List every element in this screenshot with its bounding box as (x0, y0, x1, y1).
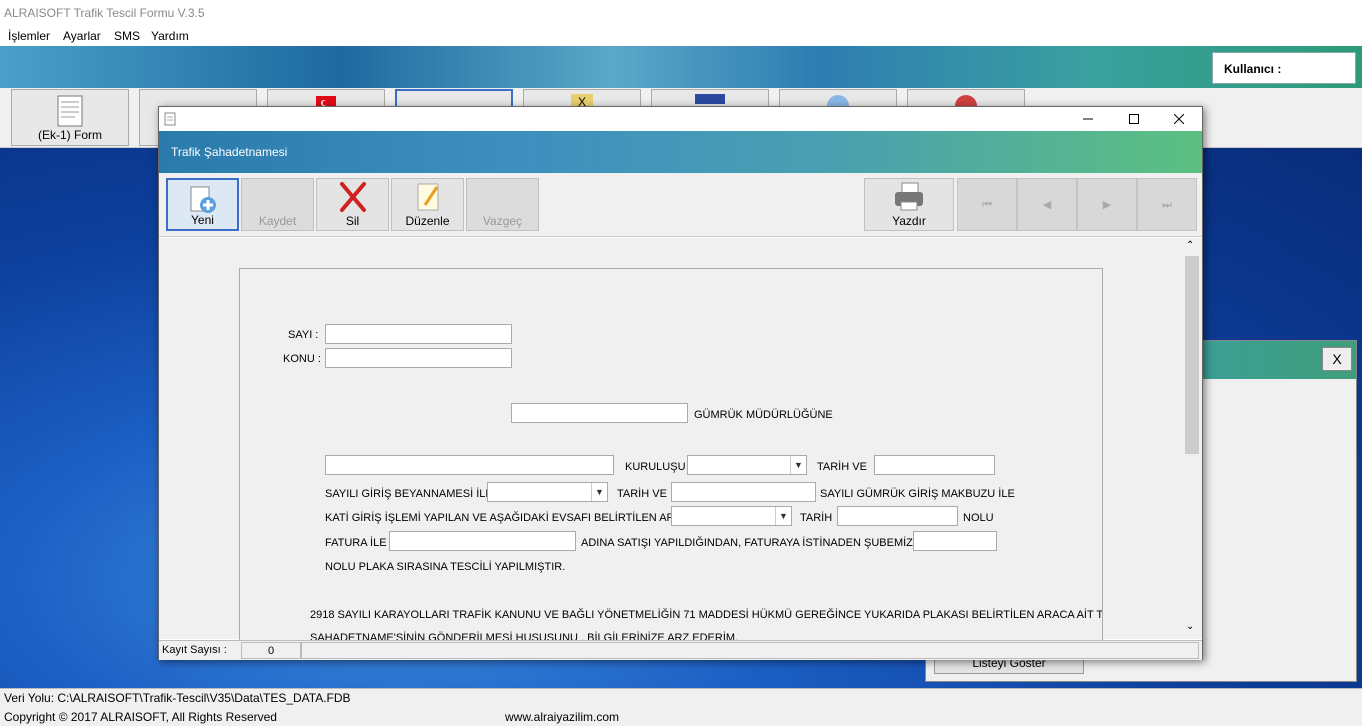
tarih-input-3[interactable] (837, 506, 958, 526)
sayi-label: SAYI : (288, 329, 319, 341)
ek1-form-label: (Ek-1) Form (38, 128, 102, 142)
delete-label: Sil (345, 214, 360, 228)
power-icon (955, 95, 977, 117)
minimize-icon (1083, 118, 1093, 120)
konu-input[interactable] (325, 348, 512, 368)
gumruk-label: GÜMRÜK MÜDÜRLÜĞÜNE (694, 409, 833, 421)
globe-icon (827, 95, 849, 117)
law-text-line-1: 2918 SAYILI KARAYOLLARI TRAFİK KANUNU VE… (310, 609, 1103, 621)
konu-label: KONU : (283, 353, 321, 365)
cancel-button[interactable]: Vazgeç (466, 178, 539, 231)
dialog-header: Trafik Şahadetnamesi (159, 131, 1202, 173)
tarih-input-1[interactable] (874, 455, 995, 475)
tarih-ve-label: TARİH VE (817, 461, 867, 473)
scroll-up-icon[interactable]: ⌃ (1186, 240, 1194, 251)
gumruk-input[interactable] (511, 403, 688, 423)
scroll-down-icon[interactable]: ⌄ (1186, 621, 1194, 632)
maximize-icon (1129, 114, 1139, 124)
tarih-label: TARİH (800, 512, 833, 524)
next-record-button[interactable]: ▶ (1077, 178, 1137, 231)
kurulusu-select[interactable]: ▼ (687, 455, 807, 475)
save-label: Kaydet (258, 214, 297, 228)
last-icon: ⏭ (1162, 199, 1172, 211)
menu-yardim[interactable]: Yardım (151, 29, 189, 43)
save-button[interactable]: Kaydet (241, 178, 314, 231)
minimize-button[interactable] (1065, 107, 1111, 131)
print-button[interactable]: Yazdır (864, 178, 954, 231)
copyright-text: Copyright © 2017 ALRAISOFT, All Rights R… (4, 710, 277, 724)
menu-islemler[interactable]: İşlemler (8, 29, 50, 43)
dialog-status-bar: Kayıt Sayısı : 0 (159, 640, 1202, 660)
scrollbar-thumb[interactable] (1185, 256, 1199, 454)
last-record-button[interactable]: ⏭ (1137, 178, 1197, 231)
beyanname-label: SAYILI GİRİŞ BEYANNAMESİ İLE (325, 488, 493, 500)
ek1-form-button[interactable]: (Ek-1) Form (11, 89, 129, 146)
form-panel: SAYI : KONU : GÜMRÜK MÜDÜRLÜĞÜNE KURULUŞ… (239, 268, 1103, 648)
kurulus-input[interactable] (325, 455, 614, 475)
beyanname-select[interactable]: ▼ (487, 482, 608, 502)
edit-label: Düzenle (405, 214, 450, 228)
menu-bar: İşlemler Ayarlar SMS Yardım (0, 26, 1362, 46)
website-text: www.alraiyazilim.com (505, 710, 620, 724)
kurulusu-label: KURULUŞU (625, 461, 686, 473)
fatura-label: FATURA İLE (325, 537, 387, 549)
close-icon (1173, 113, 1185, 125)
user-box: Kullanıcı : (1212, 52, 1356, 84)
makbuz-label: SAYILI GÜMRÜK GİRİŞ MAKBUZU İLE (820, 488, 1015, 500)
new-label: Yeni (191, 213, 214, 227)
trafik-sahadetnamesi-dialog: Trafik Şahadetnamesi Yeni Kaydet Sil Düz… (158, 106, 1203, 660)
nolu-label: NOLU (963, 512, 994, 524)
tarih-input-2[interactable] (671, 482, 816, 502)
vertical-scrollbar[interactable]: ⌃ ⌄ (1183, 238, 1201, 639)
plaka-label: NOLU PLAKA SIRASINA TESCİLİ YAPILMIŞTIR. (325, 561, 566, 573)
record-count-value: 0 (241, 642, 301, 659)
menu-sms[interactable]: SMS (114, 29, 140, 43)
print-label: Yazdır (892, 214, 926, 228)
dialog-body: SAYI : KONU : GÜMRÜK MÜDÜRLÜĞÜNE KURULUŞ… (159, 238, 1202, 648)
adina-label: ADINA SATIŞI YAPILDIĞINDAN, FATURAYA İST… (581, 537, 929, 549)
close-button[interactable] (1156, 107, 1202, 131)
first-record-button[interactable]: ⏮ (957, 178, 1017, 231)
dialog-titlebar (159, 107, 1202, 131)
monitor-icon (695, 94, 725, 104)
kati-label: KATİ GİRİŞ İŞLEMİ YAPILAN VE AŞAĞIDAKİ E… (325, 512, 690, 524)
fatura-input[interactable] (389, 531, 576, 551)
next-icon: ▶ (1102, 199, 1112, 211)
arac-select[interactable]: ▼ (671, 506, 792, 526)
dialog-toolbar: Yeni Kaydet Sil Düzenle Vazgeç Yazdır ⏮ … (159, 173, 1202, 237)
side-window-close-button[interactable]: X (1322, 347, 1352, 371)
app-status-bar: Veri Yolu: C:\ALRAISOFT\Trafik-Tescil\V3… (0, 688, 1362, 726)
chevron-down-icon: ▼ (790, 456, 806, 474)
cancel-label: Vazgeç (482, 214, 523, 228)
edit-pencil-icon (417, 183, 438, 211)
chevron-down-icon: ▼ (591, 483, 607, 501)
form-document-icon (57, 95, 83, 127)
sayi-input[interactable] (325, 324, 512, 344)
printer-icon (895, 182, 923, 211)
delete-x-icon (339, 182, 366, 212)
add-document-icon (190, 186, 216, 213)
maximize-button[interactable] (1111, 107, 1157, 131)
status-panel (301, 642, 1199, 659)
previous-icon: ◀ (1042, 199, 1052, 211)
record-count-label: Kayıt Sayısı : (162, 644, 227, 656)
data-path-text: Veri Yolu: C:\ALRAISOFT\Trafik-Tescil\V3… (4, 691, 351, 705)
first-icon: ⏮ (982, 199, 992, 211)
chevron-down-icon: ▼ (775, 507, 791, 525)
document-icon (164, 112, 176, 126)
subemizde-input[interactable] (913, 531, 997, 551)
delete-button[interactable]: Sil (316, 178, 389, 231)
menu-ayarlar[interactable]: Ayarlar (63, 29, 101, 43)
previous-record-button[interactable]: ◀ (1017, 178, 1077, 231)
app-title: ALRAISOFT Trafik Tescil Formu V.3.5 (4, 6, 205, 20)
header-banner (0, 46, 1362, 88)
new-button[interactable]: Yeni (166, 178, 239, 231)
tarih-ve-label-2: TARİH VE (617, 488, 667, 500)
edit-button[interactable]: Düzenle (391, 178, 464, 231)
